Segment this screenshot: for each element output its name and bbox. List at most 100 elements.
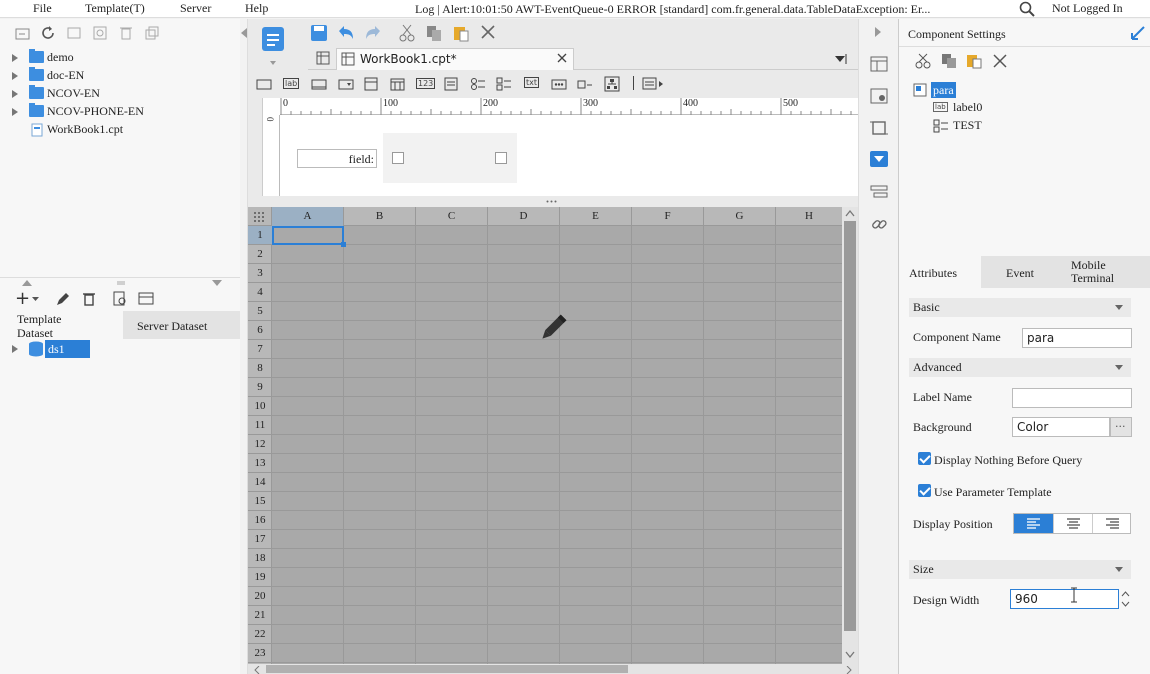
tree-item-demo[interactable]: demo xyxy=(0,49,240,67)
column-header[interactable]: G xyxy=(704,207,776,226)
column-header[interactable]: F xyxy=(632,207,704,226)
refresh-icon[interactable] xyxy=(40,25,56,41)
menu-help[interactable]: Help xyxy=(245,1,268,16)
paste-icon[interactable] xyxy=(966,53,982,72)
column-header[interactable]: E xyxy=(560,207,632,226)
row-header[interactable]: 4 xyxy=(248,283,272,302)
row-header[interactable]: 21 xyxy=(248,606,272,625)
row-header[interactable]: 19 xyxy=(248,568,272,587)
cell-attributes-icon[interactable] xyxy=(870,55,888,76)
tree-node-para[interactable]: para xyxy=(931,82,956,98)
row-header[interactable]: 10 xyxy=(248,397,272,416)
menu-template[interactable]: Template(T) xyxy=(85,1,145,16)
expand-arrow-icon[interactable] xyxy=(12,72,18,80)
password-widget-icon[interactable] xyxy=(551,79,567,93)
hyperlink-icon[interactable] xyxy=(870,215,888,236)
tree-item-ncov-phone-en[interactable]: NCOV-PHONE-EN xyxy=(0,103,240,121)
vertical-scrollbar[interactable] xyxy=(842,207,858,664)
row-header[interactable]: 11 xyxy=(248,416,272,435)
design-width-stepper[interactable] xyxy=(1120,589,1132,609)
align-center-button[interactable] xyxy=(1053,514,1092,533)
cut-icon[interactable] xyxy=(398,24,415,42)
selected-cell-a1[interactable] xyxy=(272,226,346,247)
delete-icon[interactable] xyxy=(118,25,134,41)
row-header[interactable]: 17 xyxy=(248,530,272,549)
edit-icon[interactable] xyxy=(55,291,71,307)
column-header[interactable]: H xyxy=(776,207,842,226)
redo-icon[interactable] xyxy=(364,24,380,40)
row-header[interactable]: 14 xyxy=(248,473,272,492)
template-designer-icon[interactable] xyxy=(260,25,286,58)
widget-settings-icon[interactable] xyxy=(870,119,888,140)
settings-icon[interactable] xyxy=(92,25,108,41)
expand-arrow-icon[interactable] xyxy=(12,54,18,62)
expand-arrow-icon[interactable] xyxy=(12,108,18,116)
component-name-input[interactable]: para xyxy=(1022,328,1132,348)
close-tab-icon[interactable] xyxy=(557,53,567,66)
tree-item-ncov-en[interactable]: NCOV-EN xyxy=(0,85,240,103)
button-widget-icon[interactable] xyxy=(642,77,666,94)
row-header[interactable]: 16 xyxy=(248,511,272,530)
row-header[interactable]: 8 xyxy=(248,359,272,378)
row-header[interactable]: 1 xyxy=(248,226,272,245)
close-icon[interactable] xyxy=(480,24,496,40)
condition-attributes-icon[interactable] xyxy=(870,183,888,204)
column-header[interactable]: A xyxy=(272,207,344,226)
section-advanced[interactable]: Advanced xyxy=(909,358,1131,377)
textarea-widget-icon[interactable] xyxy=(444,77,458,94)
use-param-template-checkbox[interactable] xyxy=(918,484,931,497)
tree-node-test[interactable]: TEST xyxy=(953,118,982,133)
delete-icon[interactable] xyxy=(993,54,1007,71)
tab-server-dataset[interactable]: Server Dataset xyxy=(123,311,240,339)
label-widget-icon[interactable] xyxy=(256,79,272,93)
horizontal-splitter[interactable] xyxy=(0,277,240,289)
pin-icon[interactable] xyxy=(1131,26,1145,43)
row-header[interactable]: 3 xyxy=(248,264,272,283)
cell-element-icon[interactable] xyxy=(870,87,888,108)
tab-mobile-terminal[interactable]: Mobile Terminal xyxy=(1061,256,1150,288)
checkbox-widget-icon[interactable] xyxy=(577,77,593,94)
login-status[interactable]: Not Logged In xyxy=(1052,1,1123,16)
tab-event[interactable]: Event xyxy=(981,256,1061,288)
save-icon[interactable] xyxy=(310,24,327,41)
radio-group-widget-icon[interactable] xyxy=(470,77,486,94)
left-splitter[interactable] xyxy=(240,19,248,674)
vertical-scroll-thumb[interactable] xyxy=(844,221,856,631)
textfield-widget-icon[interactable] xyxy=(311,79,327,93)
search-icon[interactable] xyxy=(1019,1,1035,20)
column-header[interactable]: C xyxy=(416,207,488,226)
tree-item-workbook1[interactable]: WorkBook1.cpt xyxy=(0,121,240,139)
dataset-item-ds1[interactable]: ds1 xyxy=(0,340,240,358)
row-header[interactable]: 12 xyxy=(248,435,272,454)
editor-splitter[interactable] xyxy=(248,196,858,207)
dataset-settings-icon[interactable] xyxy=(138,291,154,307)
lab-widget-icon[interactable]: lab xyxy=(283,78,300,89)
number-widget-icon[interactable]: 123 xyxy=(416,78,436,89)
background-more-button[interactable]: ··· xyxy=(1110,417,1132,437)
checkbox-widget[interactable] xyxy=(495,152,507,164)
copy-icon[interactable] xyxy=(941,53,957,72)
section-size[interactable]: Size xyxy=(909,560,1131,579)
row-header[interactable]: 9 xyxy=(248,378,272,397)
row-header[interactable]: 22 xyxy=(248,625,272,644)
column-header[interactable]: B xyxy=(344,207,416,226)
new-folder-icon[interactable] xyxy=(15,25,31,41)
tree-widget-icon[interactable] xyxy=(604,76,620,95)
row-header[interactable]: 2 xyxy=(248,245,272,264)
grid-corner[interactable] xyxy=(248,207,272,226)
design-width-input[interactable]: 960 xyxy=(1010,589,1119,609)
paste-icon[interactable] xyxy=(452,24,469,42)
label-name-input[interactable] xyxy=(1012,388,1132,408)
date-widget-icon[interactable] xyxy=(390,77,405,94)
align-left-button[interactable] xyxy=(1014,514,1053,533)
checkbox-widget[interactable] xyxy=(392,152,404,164)
copy-icon[interactable] xyxy=(425,24,441,41)
trash-icon[interactable] xyxy=(81,291,97,307)
horizontal-scroll-thumb[interactable] xyxy=(266,665,628,673)
add-dataset-icon[interactable]: + xyxy=(15,290,30,308)
row-header[interactable]: 7 xyxy=(248,340,272,359)
row-header[interactable]: 15 xyxy=(248,492,272,511)
horizontal-scrollbar[interactable] xyxy=(248,664,858,674)
tab-attributes[interactable]: Attributes xyxy=(899,256,981,288)
align-right-button[interactable] xyxy=(1092,514,1131,533)
